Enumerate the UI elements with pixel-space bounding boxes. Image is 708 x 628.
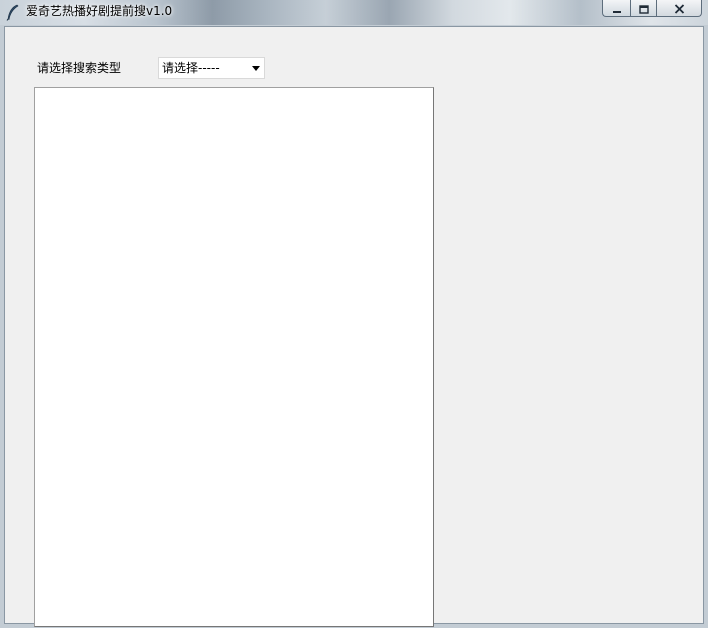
search-type-select[interactable]: 请选择----- [158, 57, 265, 79]
minimize-button[interactable] [602, 0, 630, 17]
title-bar[interactable]: 爱奇艺热播好剧提前搜v1.0 [0, 0, 708, 25]
window-frame: 请选择搜索类型 请选择----- [0, 25, 708, 628]
window-title: 爱奇艺热播好剧提前搜v1.0 [26, 4, 173, 18]
search-type-selected-value: 请选择----- [162, 61, 220, 75]
app-window: 爱奇艺热播好剧提前搜v1.0 请选择搜索类型 请选择----- [0, 0, 708, 628]
results-text-area[interactable] [34, 87, 434, 627]
maximize-icon [638, 0, 649, 18]
close-button[interactable] [656, 0, 702, 17]
search-type-label: 请选择搜索类型 [37, 61, 122, 75]
close-icon [674, 0, 685, 18]
client-area: 请选择搜索类型 请选择----- [4, 26, 704, 627]
chevron-down-icon[interactable] [252, 66, 260, 71]
maximize-button[interactable] [630, 0, 656, 17]
minimize-icon [612, 0, 622, 18]
feather-icon [6, 4, 20, 21]
window-controls [602, 0, 702, 17]
